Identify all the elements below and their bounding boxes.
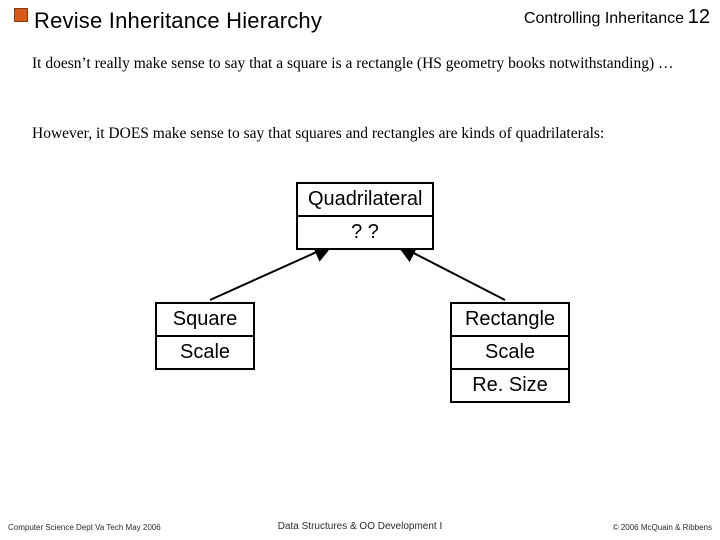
class-operation: Scale [452, 337, 568, 370]
footer-center: Data Structures & OO Development I [8, 521, 712, 532]
header-marker-icon [14, 8, 28, 22]
class-compartment: ? ? [298, 217, 432, 248]
slide: Revise Inheritance Hierarchy Controlling… [0, 0, 720, 540]
footer-right: © 2006 McQuain & Ribbens [613, 523, 712, 532]
page-number: 12 [688, 6, 710, 29]
body-paragraph-2: However, it DOES make sense to say that … [32, 124, 690, 143]
class-square: Square Scale [155, 302, 255, 370]
class-operation: Scale [157, 337, 253, 368]
slide-header: Revise Inheritance Hierarchy Controlling… [10, 6, 710, 42]
slide-topic: Controlling Inheritance [524, 10, 684, 28]
class-name: Square [157, 304, 253, 337]
class-rectangle: Rectangle Scale Re. Size [450, 302, 570, 403]
slide-title: Revise Inheritance Hierarchy [34, 8, 322, 34]
class-quadrilateral: Quadrilateral ? ? [296, 182, 434, 250]
class-diagram: Quadrilateral ? ? Square Scale Rectangle… [0, 182, 720, 462]
class-name: Rectangle [452, 304, 568, 337]
slide-footer: Computer Science Dept Va Tech May 2006 D… [8, 516, 712, 532]
body-paragraph-1: It doesn’t really make sense to say that… [32, 54, 690, 73]
class-operation: Re. Size [452, 370, 568, 401]
class-name: Quadrilateral [298, 184, 432, 217]
